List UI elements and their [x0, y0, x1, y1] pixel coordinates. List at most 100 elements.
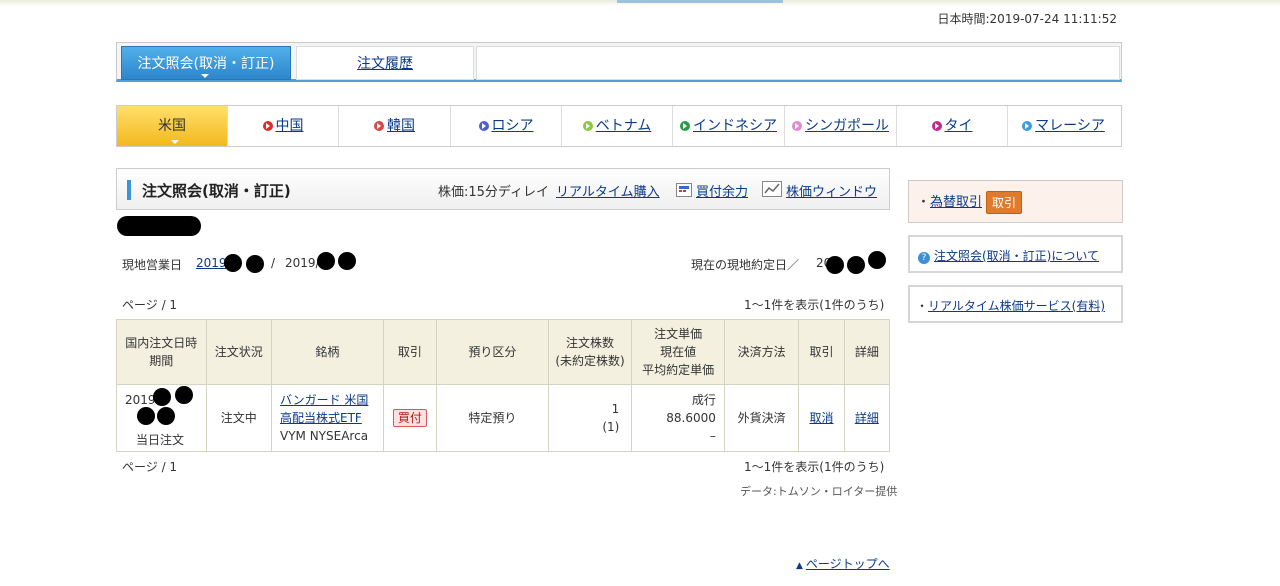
current-settlement-label: 現在の現地約定日／	[691, 258, 800, 272]
arrow-circle-icon	[374, 121, 384, 131]
market-tab-thailand[interactable]: タイ	[897, 106, 1008, 146]
market-label: ロシア	[491, 118, 534, 134]
arrow-circle-icon	[1022, 121, 1033, 131]
market-tab-singapore[interactable]: シンガポール	[785, 106, 897, 146]
bullet: ・	[916, 299, 929, 313]
market-tab-china[interactable]: 中国	[228, 106, 339, 146]
tab-caret-icon	[201, 74, 209, 78]
clock: 日本時間:2019-07-24 11:11:52	[937, 12, 1118, 26]
redaction	[338, 252, 356, 270]
col-header-name: 銘柄	[271, 319, 384, 385]
arrow-circle-icon	[582, 121, 593, 131]
col-header-date: 国内注文日時 期間	[116, 319, 207, 385]
arrow-circle-icon	[792, 121, 802, 131]
price-window-label: 株価ウィンドウ	[786, 185, 878, 200]
market-label: インドネシア	[693, 118, 777, 134]
buying-power-label: 買付余力	[696, 185, 749, 200]
page-top-label: ページトップへ	[805, 557, 890, 571]
market-tab-vietnam[interactable]: ベトナム	[562, 106, 673, 146]
up-arrow-icon: ▲	[796, 561, 803, 571]
table-header-row: 国内注文日時 期間 注文状況 銘柄 取引 預り区分 注文株数 (未約定株数) 注…	[116, 319, 891, 385]
avg-price: –	[709, 429, 716, 443]
date-prefix: 2019	[125, 393, 156, 407]
redaction	[868, 251, 886, 269]
col-header-shares: 注文株数 (未約定株数)	[547, 319, 633, 385]
cell-settlement: 外貨決済	[723, 384, 800, 452]
market-tab-russia[interactable]: ロシア	[451, 106, 562, 146]
orders-table: 国内注文日時 期間 注文状況 銘柄 取引 預り区分 注文株数 (未約定株数) 注…	[116, 319, 891, 452]
date-separator: /	[271, 256, 276, 270]
top-accent-line	[617, 0, 783, 3]
page-top-link[interactable]: ▲ ページトップへ	[796, 555, 890, 572]
arrow-circle-icon	[478, 121, 489, 131]
col-header-price: 注文単価 現在値 平均約定単価	[631, 319, 725, 385]
tab-label[interactable]: 注文履歴	[357, 56, 413, 72]
about-link[interactable]: 注文照会(取消・訂正)について	[934, 249, 1099, 263]
market-tab-us[interactable]: 米国	[117, 106, 228, 146]
realtime-purchase-link[interactable]: リアルタイム購入	[556, 181, 660, 200]
realtime-service-link[interactable]: リアルタイム株価サービス(有料)	[928, 299, 1105, 313]
fx-trade-button[interactable]: 取引	[986, 191, 1023, 214]
realtime-service-box: ・リアルタイム株価サービス(有料)	[908, 285, 1123, 323]
market-label: シンガポール	[805, 118, 889, 134]
arrow-circle-icon	[931, 121, 942, 131]
market-tab-indonesia[interactable]: インドネシア	[673, 106, 785, 146]
ticker: VYM NYSEArca	[280, 429, 369, 443]
cell-date: 2019 当日注文	[116, 384, 207, 452]
arrow-circle-icon	[262, 121, 273, 131]
calculator-icon	[676, 183, 692, 197]
redaction	[224, 254, 242, 272]
market-label: マレーシア	[1035, 118, 1105, 134]
market-label: ベトナム	[595, 118, 652, 134]
current-price: 88.6000	[666, 411, 716, 425]
redaction	[137, 407, 155, 425]
cell-price: 成行 88.6000 –	[631, 384, 725, 452]
cancel-link[interactable]: 取消	[810, 411, 834, 425]
cell-side: 買付	[382, 384, 438, 452]
section-marker	[127, 180, 131, 200]
buying-power-link[interactable]: 買付余力	[676, 181, 748, 200]
cell-action: 取消	[798, 384, 845, 452]
page-indicator: ページ / 1	[122, 298, 178, 312]
delay-text: 株価:15分ディレイ	[438, 185, 550, 200]
market-label: タイ	[944, 118, 973, 134]
redacted-account	[117, 216, 201, 236]
col-header-account: 預り区分	[436, 319, 549, 385]
tab-label: 注文照会(取消・訂正)	[137, 56, 275, 72]
result-count-bottom: 1〜1件を表示(1件のうち)	[744, 460, 885, 474]
market-label: 中国	[275, 118, 304, 134]
about-box: ? 注文照会(取消・訂正)について	[908, 235, 1123, 273]
fx-link[interactable]: 為替取引	[930, 195, 982, 210]
tab-order-history[interactable]: 注文履歴	[296, 46, 474, 80]
cell-account: 特定預り	[436, 384, 549, 452]
result-count: 1〜1件を表示(1件のうち)	[744, 298, 885, 312]
order-type: 成行	[691, 393, 716, 407]
local-business-day-second: 2019/	[285, 256, 320, 270]
redaction	[157, 407, 175, 425]
security-name-link[interactable]: バンガード 米国 高配当株式ETF	[280, 391, 380, 427]
market-label: 米国	[158, 118, 186, 134]
bullet: ・	[917, 195, 931, 210]
tab-order-inquiry[interactable]: 注文照会(取消・訂正)	[121, 46, 291, 80]
data-credit: データ:トムソン・ロイター提供	[740, 485, 898, 498]
market-tab-malaysia[interactable]: マレーシア	[1008, 106, 1119, 146]
redaction	[175, 386, 193, 404]
local-business-day-link[interactable]: 2019	[196, 256, 227, 270]
col-header-action: 取引	[798, 319, 845, 385]
order-period: 当日注文	[136, 433, 185, 447]
col-header-side: 取引	[382, 319, 438, 385]
unfilled-shares: (1)	[602, 420, 620, 434]
tab-filler	[476, 46, 1120, 80]
table-row: 2019 当日注文 注文中 バンガード 米国 高配当株式ETF VYM NYSE…	[116, 384, 891, 452]
cell-status: 注文中	[205, 384, 273, 452]
buy-badge: 買付	[392, 409, 427, 427]
price-window-link[interactable]: 株価ウィンドウ	[762, 181, 877, 200]
market-tab-korea[interactable]: 韓国	[339, 106, 451, 146]
detail-link[interactable]: 詳細	[855, 411, 879, 425]
page-title: 注文照会(取消・訂正)	[142, 182, 291, 200]
cell-detail: 詳細	[843, 384, 891, 452]
redaction	[246, 255, 264, 273]
market-label: 韓国	[387, 118, 415, 134]
fx-box: ・為替取引 取引	[908, 180, 1123, 223]
col-header-detail: 詳細	[843, 319, 891, 385]
